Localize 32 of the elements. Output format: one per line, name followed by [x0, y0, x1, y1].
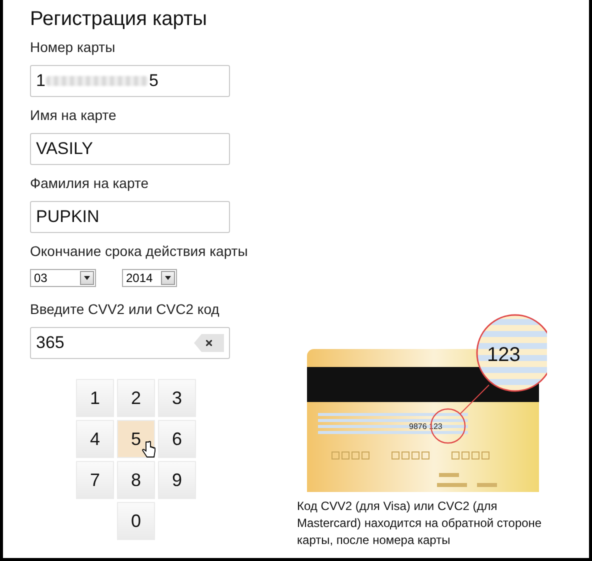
- cvv-field[interactable]: 365: [30, 327, 230, 359]
- keypad-key[interactable]: 3: [158, 379, 196, 417]
- keypad-key[interactable]: 1: [76, 379, 114, 417]
- first-name-field[interactable]: VASILY: [30, 133, 230, 165]
- keypad-key[interactable]: 5: [117, 420, 155, 458]
- field-label: Фамилия на карте: [30, 175, 150, 192]
- year-select[interactable]: 2014: [122, 269, 177, 287]
- field-label: Окончание срока действия карты: [30, 243, 249, 260]
- field-label: Имя на карте: [30, 107, 118, 124]
- page-title: Регистрация карты: [30, 8, 208, 31]
- keypad-key[interactable]: 2: [117, 379, 155, 417]
- caret-icon: [80, 271, 94, 285]
- blurred-digits-icon: [46, 76, 148, 86]
- caret-icon: [161, 271, 175, 285]
- keypad-key[interactable]: 4: [76, 420, 114, 458]
- keypad-key[interactable]: 7: [76, 461, 114, 499]
- field-label: Введите CVV2 или CVC2 код: [30, 301, 220, 318]
- keypad-key[interactable]: 9: [158, 461, 196, 499]
- field-label: Номер карты: [30, 39, 116, 56]
- clear-button[interactable]: [194, 334, 224, 352]
- cvv-value: 365: [36, 333, 64, 353]
- keypad-key[interactable]: 0: [117, 502, 155, 540]
- keypad-key[interactable]: 8: [117, 461, 155, 499]
- card-number-field[interactable]: 1 5: [30, 65, 230, 97]
- cvv-hint: Код CVV2 (для Visa) или CVC2 (для Mastercard) находится на обратной стороне карты, после номера карты: [297, 498, 543, 549]
- keypad-key[interactable]: 6: [158, 420, 196, 458]
- month-select[interactable]: 03: [30, 269, 96, 287]
- last-name-field[interactable]: PUPKIN: [30, 201, 230, 233]
- close-icon: [206, 340, 212, 346]
- card-number-start: 1: [36, 71, 46, 91]
- card-number-end: 5: [148, 71, 158, 91]
- hand-cursor-icon: [142, 441, 156, 459]
